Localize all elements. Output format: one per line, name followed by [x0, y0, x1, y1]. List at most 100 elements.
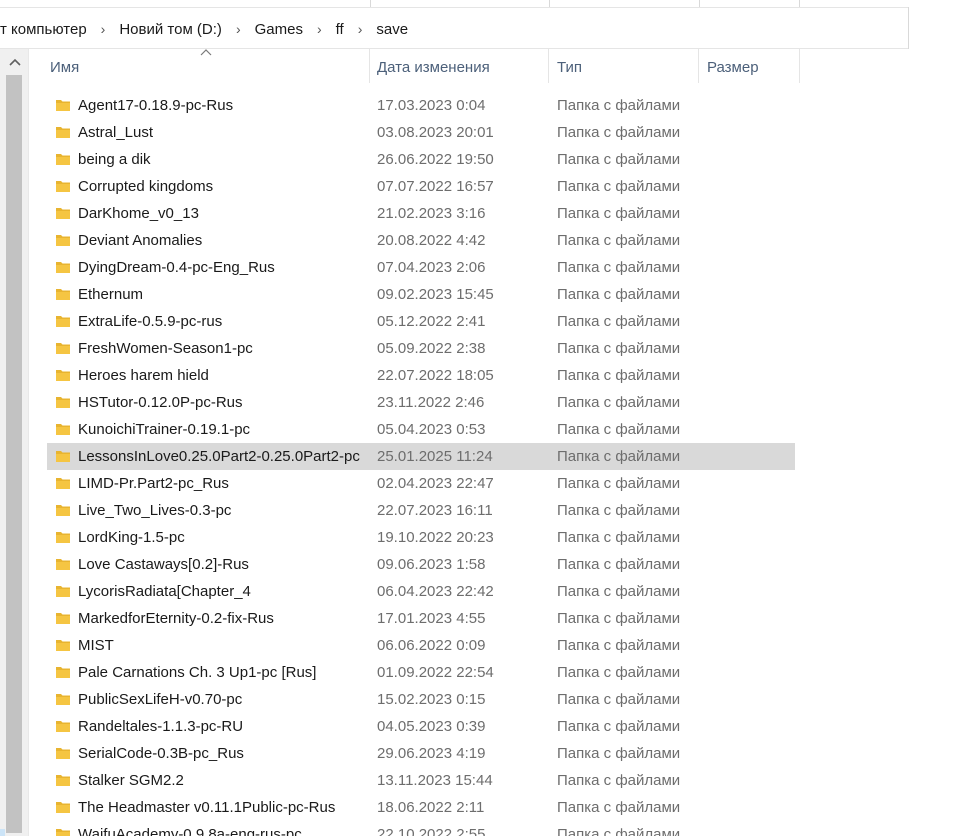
- breadcrumb-item[interactable]: ff: [336, 21, 344, 38]
- file-date: 13.11.2023 15:44: [377, 772, 493, 789]
- file-row[interactable]: Ethernum 09.02.2023 15:45 Папка с файлами: [47, 281, 807, 308]
- folder-icon: [56, 478, 70, 489]
- folder-icon: [56, 100, 70, 111]
- file-type: Папка с файлами: [557, 529, 681, 546]
- file-type: Папка с файлами: [557, 583, 681, 600]
- file-name: FreshWomen-Season1-pc: [78, 340, 253, 357]
- file-type: Папка с файлами: [557, 448, 681, 465]
- top-strip: [0, 0, 968, 8]
- file-row[interactable]: LessonsInLove0.25.0Part2-0.25.0Part2-pc-…: [47, 443, 795, 470]
- file-list: Agent17-0.18.9-pc-Rus 17.03.2023 0:04 Папк…: [47, 92, 807, 836]
- search-box-edge[interactable]: [908, 7, 968, 49]
- breadcrumb-item[interactable]: Games: [255, 21, 303, 38]
- folder-icon: [56, 667, 70, 678]
- file-row[interactable]: Heroes harem hield 22.07.2022 18:05 Папка …: [47, 362, 807, 389]
- file-name: Corrupted kingdoms: [78, 178, 214, 195]
- file-name: PublicSexLifeH-v0.70-pc: [78, 691, 243, 708]
- file-row[interactable]: MarkedforEternity-0.2-fix-Rus 17.01.2023 …: [47, 605, 807, 632]
- file-row[interactable]: Live_Two_Lives-0.3-pc 22.07.2023 16:11 Пап…: [47, 497, 807, 524]
- file-date: 09.02.2023 15:45: [377, 286, 494, 303]
- chevron-right-icon[interactable]: ›: [317, 21, 322, 37]
- file-date: 26.06.2022 19:50: [377, 151, 494, 168]
- file-row[interactable]: Corrupted kingdoms 07.07.2022 16:57 Папка …: [47, 173, 807, 200]
- file-date: 05.09.2022 2:38: [377, 340, 486, 357]
- folder-icon: [56, 262, 70, 273]
- file-name: Ethernum: [78, 286, 144, 303]
- file-date: 17.01.2023 4:55: [377, 610, 486, 627]
- file-row[interactable]: DarKhome_v0_13 21.02.2023 3:16 Папка с фай…: [47, 200, 807, 227]
- file-type: Папка с файлами: [557, 394, 681, 411]
- file-row[interactable]: HSTutor-0.12.0P-pc-Rus 23.11.2022 2:46 Пап…: [47, 389, 807, 416]
- file-date: 25.01.2025 11:24: [377, 448, 493, 465]
- file-type: Папка с файлами: [557, 205, 681, 222]
- file-row[interactable]: ExtraLife-0.5.9-pc-rus 05.12.2022 2:41 Пап…: [47, 308, 807, 335]
- breadcrumb-item[interactable]: save: [376, 21, 408, 38]
- file-date: 09.06.2023 1:58: [377, 556, 486, 573]
- file-row[interactable]: MIST 06.06.2022 0:09 Папка с файлами: [47, 632, 807, 659]
- breadcrumb-item[interactable]: Новий том (D:): [119, 21, 222, 38]
- file-date: 18.06.2022 2:11: [377, 799, 485, 816]
- scroll-thumb[interactable]: [6, 75, 22, 833]
- folder-icon: [56, 694, 70, 705]
- chevron-right-icon[interactable]: ›: [101, 21, 106, 37]
- file-type: Папка с файлами: [557, 691, 681, 708]
- file-date: 29.06.2023 4:19: [377, 745, 486, 762]
- scroll-up-button[interactable]: [2, 51, 27, 73]
- file-row[interactable]: Love Castaways[0.2]-Rus 09.06.2023 1:58 Па…: [47, 551, 807, 578]
- file-name: MarkedforEternity-0.2-fix-Rus: [78, 610, 274, 627]
- file-row[interactable]: Stalker SGM2.2 13.11.2023 15:44 Папка с фа…: [47, 767, 807, 794]
- folder-icon: [56, 235, 70, 246]
- file-name: DyingDream-0.4-pc-Eng_Rus: [78, 259, 275, 276]
- file-row[interactable]: The Headmaster v0.11.1Public-pc-Rus 18.06…: [47, 794, 807, 821]
- file-row[interactable]: LordKing-1.5-pc 19.10.2022 20:23 Папка с ф…: [47, 524, 807, 551]
- folder-icon: [56, 775, 70, 786]
- file-date: 07.04.2023 2:06: [377, 259, 486, 276]
- folder-icon: [56, 586, 70, 597]
- address-bar[interactable]: т компьютер › Новий том (D:) › Games › ff › save: [0, 8, 908, 49]
- file-type: Папка с файлами: [557, 124, 681, 141]
- column-header-size[interactable]: Размер: [699, 49, 800, 85]
- file-type: Папка с файлами: [557, 313, 681, 330]
- file-name: Astral_Lust: [78, 124, 154, 141]
- folder-icon: [56, 316, 70, 327]
- column-header-date[interactable]: Дата изменения: [370, 49, 549, 85]
- file-row[interactable]: being a dik 26.06.2022 19:50 Папка с файла…: [47, 146, 807, 173]
- file-row[interactable]: LycorisRadiata[Chapter_4 06.04.2023 22:42…: [47, 578, 807, 605]
- breadcrumb: т компьютер › Новий том (D:) › Games › ff › save: [0, 21, 408, 38]
- file-date: 19.10.2022 20:23: [377, 529, 494, 546]
- file-row[interactable]: PublicSexLifeH-v0.70-pc 15.02.2023 0:15 Па…: [47, 686, 807, 713]
- file-date: 20.08.2022 4:42: [377, 232, 486, 249]
- column-header-type[interactable]: Тип: [549, 49, 699, 85]
- folder-icon: [56, 721, 70, 732]
- file-type: Папка с файлами: [557, 151, 681, 168]
- folder-icon: [56, 451, 70, 462]
- file-type: Папка с файлами: [557, 502, 681, 519]
- breadcrumb-item[interactable]: т компьютер: [0, 21, 87, 38]
- strip-divider: [699, 0, 700, 7]
- file-row[interactable]: Agent17-0.18.9-pc-Rus 17.03.2023 0:04 Папк…: [47, 92, 807, 119]
- file-row[interactable]: Astral_Lust 03.08.2023 20:01 Папка с файла…: [47, 119, 807, 146]
- file-row[interactable]: FreshWomen-Season1-pc 05.09.2022 2:38 Папк…: [47, 335, 807, 362]
- file-row[interactable]: KunoichiTrainer-0.19.1-pc 05.04.2023 0:53…: [47, 416, 807, 443]
- file-name: ExtraLife-0.5.9-pc-rus: [78, 313, 223, 330]
- column-header-type-label: Тип: [557, 58, 583, 76]
- chevron-right-icon[interactable]: ›: [236, 21, 241, 37]
- file-row[interactable]: DyingDream-0.4-pc-Eng_Rus 07.04.2023 2:06…: [47, 254, 807, 281]
- strip-divider: [799, 0, 800, 7]
- folder-icon: [56, 343, 70, 354]
- file-type: Папка с файлами: [557, 367, 681, 384]
- file-row[interactable]: SerialCode-0.3B-pc_Rus 29.06.2023 4:19 Пап…: [47, 740, 807, 767]
- vertical-scrollbar[interactable]: [0, 49, 29, 836]
- column-header-name[interactable]: Имя: [29, 49, 370, 85]
- file-name: Love Castaways[0.2]-Rus: [78, 556, 249, 573]
- file-name: MIST: [78, 637, 114, 654]
- folder-icon: [56, 424, 70, 435]
- file-name: LessonsInLove0.25.0Part2-0.25.0Part2-pc-…: [78, 448, 360, 465]
- file-row[interactable]: Randeltales-1.1.3-pc-RU 04.05.2023 0:39 Па…: [47, 713, 807, 740]
- file-row[interactable]: Pale Carnations Ch. 3 Up1-pc [Rus] 01.09.…: [47, 659, 807, 686]
- file-row[interactable]: LIMD-Pr.Part2-pc_Rus 02.04.2023 22:47 Папк…: [47, 470, 807, 497]
- chevron-right-icon[interactable]: ›: [358, 21, 363, 37]
- folder-icon: [56, 829, 70, 836]
- file-row[interactable]: WaifuAcademy-0.9.8a-eng-rus-pc 22.10.2022…: [47, 821, 807, 836]
- file-row[interactable]: Deviant Anomalies 20.08.2022 4:42 Папка с …: [47, 227, 807, 254]
